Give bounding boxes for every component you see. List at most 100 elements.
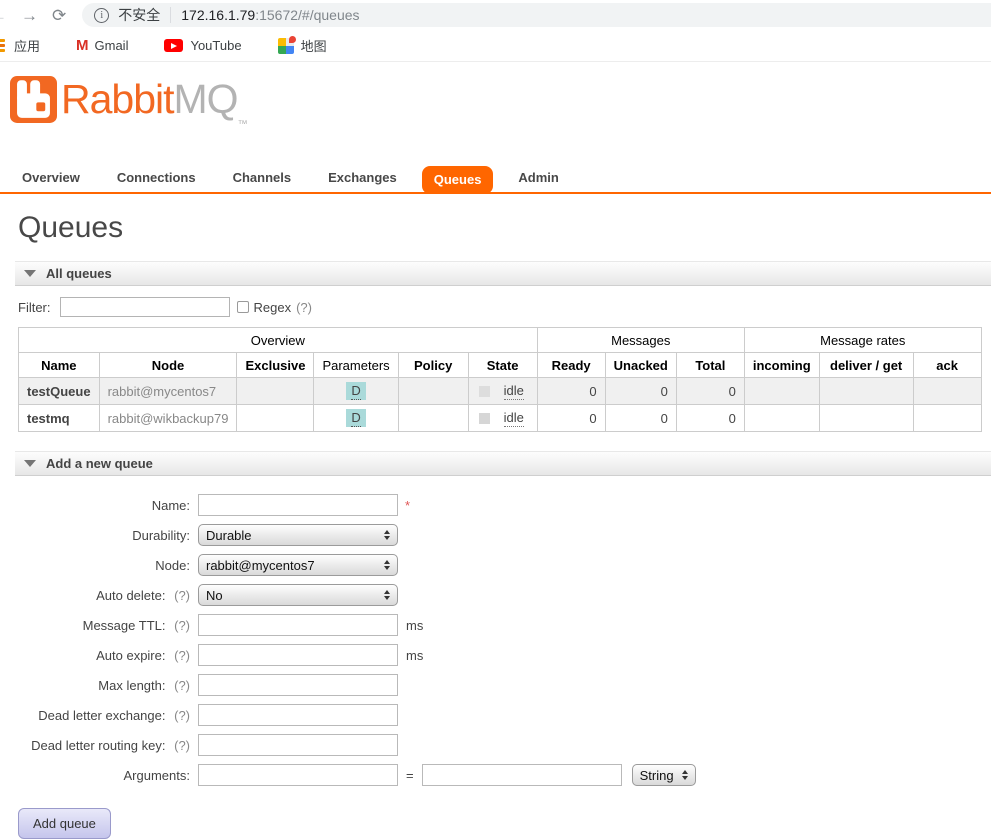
refresh-icon[interactable]: ⟳ [52, 7, 66, 24]
state-link[interactable]: idle [503, 410, 524, 427]
browser-toolbar: ← → ⟳ i 不安全 172.16.1.79:15672/#/queues [0, 0, 991, 30]
max-length-label: Max length: (?) [98, 677, 190, 693]
form-row-durability: Durability: Durable [18, 524, 991, 546]
name-label: Name: [151, 497, 190, 513]
regex-help-link[interactable]: (?) [296, 300, 312, 315]
main-tabs: Overview Connections Channels Exchanges … [0, 164, 991, 194]
select-arrows-icon [384, 530, 390, 540]
security-label[interactable]: 不安全 [118, 5, 160, 25]
message-ttl-label: Message TTL: (?) [82, 617, 190, 633]
message-ttl-help-link[interactable]: (?) [174, 618, 190, 633]
queues-table: Overview Messages Message rates Name Nod… [18, 327, 982, 432]
rabbitmq-logo[interactable]: RabbitMQ™ [10, 76, 991, 148]
durability-select[interactable]: Durable [198, 524, 398, 546]
node-select[interactable]: rabbit@mycentos7 [198, 554, 398, 576]
cell-deliver-get [818, 404, 914, 432]
col-exclusive[interactable]: Exclusive [236, 352, 315, 378]
arguments-equals: = [406, 767, 414, 783]
rabbitmq-wordmark: RabbitMQ™ [61, 76, 248, 130]
cell-exclusive [236, 404, 315, 432]
bookmark-youtube-label: YouTube [190, 38, 242, 53]
table-row: testQueue rabbit@mycentos7 D idle 0 0 0 [18, 377, 982, 405]
auto-expire-field[interactable] [198, 644, 398, 666]
collapse-triangle-icon [24, 460, 36, 467]
state-link[interactable]: idle [503, 383, 524, 400]
filter-input[interactable] [59, 297, 230, 317]
cell-ack [912, 404, 982, 432]
tab-overview[interactable]: Overview [22, 164, 80, 192]
select-arrows-icon [681, 770, 688, 780]
bookmark-gmail[interactable]: M Gmail [40, 37, 128, 54]
cell-exclusive [236, 377, 315, 405]
regex-label: Regex [253, 299, 292, 315]
cell-unacked: 0 [604, 404, 677, 432]
dead-letter-exchange-help-link[interactable]: (?) [174, 708, 190, 723]
dead-letter-routing-key-field[interactable] [198, 734, 398, 756]
add-queue-form: Name: * Durability: Durable Node: rabbit… [0, 494, 991, 839]
bookmark-maps[interactable]: 地图 [242, 35, 327, 55]
forward-icon[interactable]: → [21, 7, 38, 24]
all-queues-section-header[interactable]: All queues [15, 261, 991, 286]
argument-value-field[interactable] [421, 764, 622, 786]
col-unacked[interactable]: Unacked [604, 352, 677, 378]
tab-queues[interactable]: Queues [421, 166, 494, 194]
tab-channels[interactable]: Channels [233, 164, 292, 192]
dead-letter-routing-key-help-link[interactable]: (?) [174, 738, 190, 753]
col-total[interactable]: Total [675, 352, 745, 378]
auto-delete-help-link[interactable]: (?) [174, 588, 190, 603]
select-arrows-icon [384, 590, 390, 600]
name-field[interactable] [198, 494, 398, 516]
cell-parameters: D [313, 377, 399, 405]
col-incoming[interactable]: incoming [743, 352, 820, 378]
group-message-rates: Message rates [743, 327, 982, 353]
bookmark-apps[interactable]: 应用 [0, 36, 40, 55]
cell-deliver-get [818, 377, 914, 405]
apps-icon [0, 39, 5, 52]
auto-expire-help-link[interactable]: (?) [174, 648, 190, 663]
tab-admin[interactable]: Admin [518, 164, 558, 192]
queue-node: rabbit@mycentos7 [98, 377, 238, 405]
form-row-node: Node: rabbit@mycentos7 [18, 554, 991, 576]
auto-delete-select[interactable]: No [198, 584, 398, 606]
required-asterisk: * [405, 497, 411, 513]
form-row-dead-letter-exchange: Dead letter exchange: (?) [18, 704, 991, 726]
form-row-auto-delete: Auto delete: (?) No [18, 584, 991, 606]
col-parameters: Parameters [313, 352, 399, 378]
maps-icon [277, 35, 296, 54]
auto-delete-label: Auto delete: (?) [96, 587, 190, 603]
col-ready[interactable]: Ready [536, 352, 606, 378]
select-arrows-icon [384, 560, 390, 570]
queue-name[interactable]: testQueue [18, 377, 100, 405]
group-overview: Overview [18, 327, 538, 353]
cell-total: 0 [675, 377, 745, 405]
tab-connections[interactable]: Connections [117, 164, 196, 192]
bookmark-gmail-label: Gmail [94, 38, 129, 53]
add-queue-section-header[interactable]: Add a new queue [15, 451, 991, 476]
site-info-icon[interactable]: i [94, 7, 110, 23]
table-group-header-row: Overview Messages Message rates [18, 327, 982, 353]
col-deliver-get[interactable]: deliver / get [818, 352, 914, 378]
url-host: 172.16.1.79 [181, 7, 256, 23]
durable-badge[interactable]: D [346, 409, 366, 427]
back-icon[interactable]: ← [0, 7, 7, 24]
max-length-help-link[interactable]: (?) [174, 678, 190, 693]
collapse-triangle-icon [24, 270, 36, 277]
durable-badge[interactable]: D [346, 382, 366, 400]
message-ttl-field[interactable] [198, 614, 398, 636]
queue-name[interactable]: testmq [18, 404, 100, 432]
group-messages: Messages [536, 327, 745, 353]
bookmark-youtube[interactable]: YouTube [128, 38, 242, 53]
max-length-field[interactable] [198, 674, 398, 696]
col-ack[interactable]: ack [912, 352, 982, 378]
regex-checkbox[interactable] [236, 301, 249, 313]
dead-letter-exchange-field[interactable] [198, 704, 398, 726]
col-node[interactable]: Node [98, 352, 238, 378]
argument-type-select[interactable]: String [631, 764, 696, 786]
rabbitmq-logo-icon [10, 76, 57, 123]
col-policy[interactable]: Policy [397, 352, 469, 378]
col-name[interactable]: Name [18, 352, 100, 378]
address-bar[interactable]: i 不安全 172.16.1.79:15672/#/queues [82, 3, 991, 27]
argument-key-field[interactable] [198, 764, 398, 786]
tab-exchanges[interactable]: Exchanges [328, 164, 397, 192]
col-state[interactable]: State [467, 352, 538, 378]
